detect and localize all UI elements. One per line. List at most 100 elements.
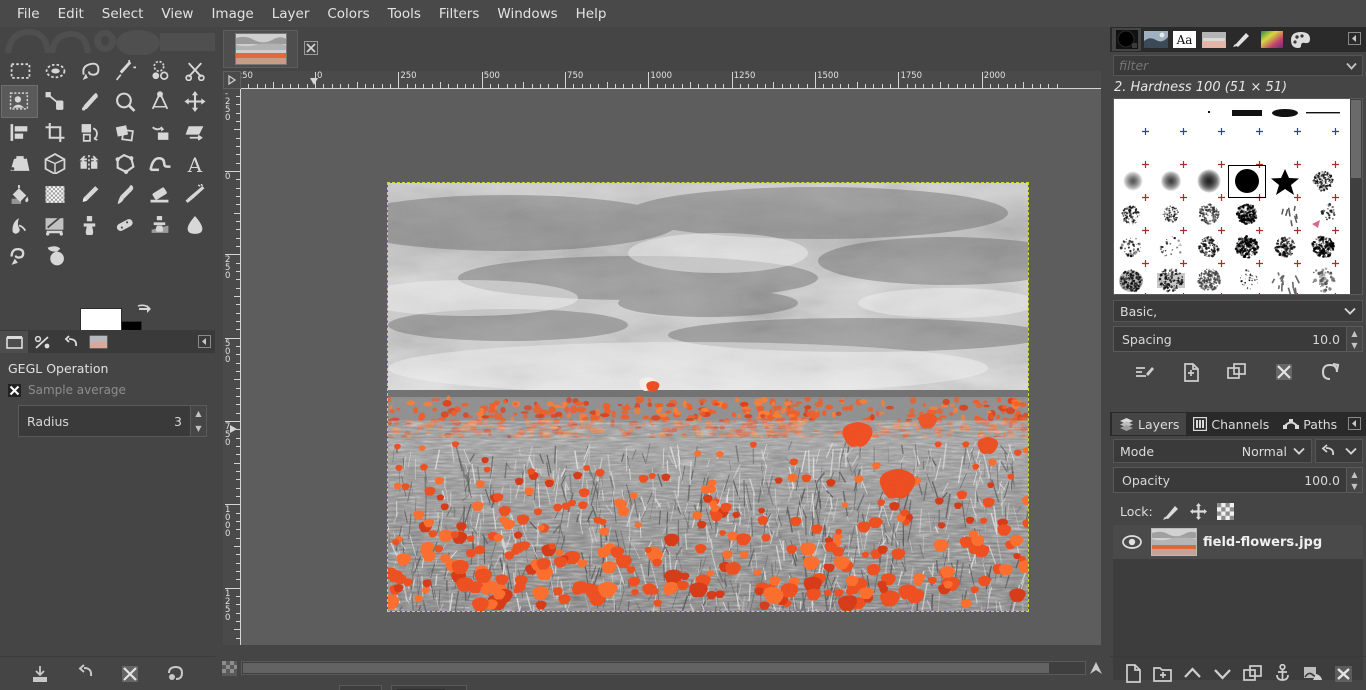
canvas-image[interactable] bbox=[387, 182, 1029, 612]
lock-alpha-icon[interactable] bbox=[1216, 502, 1234, 520]
fuzzy-select-tool[interactable] bbox=[107, 55, 142, 86]
delete-tool-preset-icon[interactable] bbox=[120, 664, 140, 684]
horizontal-scrollbar[interactable] bbox=[241, 661, 1086, 675]
save-tool-preset-icon[interactable] bbox=[30, 664, 50, 684]
patterns-tab[interactable] bbox=[1199, 28, 1228, 51]
delete-layer-icon[interactable] bbox=[1334, 665, 1353, 683]
3d-transform-tool[interactable] bbox=[37, 148, 72, 179]
chevron-down-icon[interactable] bbox=[1345, 447, 1357, 455]
tool-grid[interactable]: A bbox=[1, 55, 213, 272]
new-layer-group-icon[interactable] bbox=[1152, 665, 1172, 683]
spacing-spinner[interactable]: Spacing 10.0 ▲ ▼ bbox=[1113, 326, 1363, 352]
navigation-preview-button[interactable] bbox=[1086, 659, 1106, 677]
paintbrush-tool[interactable] bbox=[107, 179, 142, 210]
horizontal-scroll-thumb[interactable] bbox=[243, 663, 1049, 673]
opacity-stepper[interactable]: ▲ ▼ bbox=[1346, 468, 1362, 492]
new-layer-icon[interactable] bbox=[1124, 664, 1142, 683]
layer-mode-selector[interactable]: Mode Normal bbox=[1113, 439, 1312, 463]
zoom-tool[interactable] bbox=[107, 86, 142, 117]
menu-image[interactable]: Image bbox=[202, 3, 262, 25]
radius-stepper[interactable]: ▲ ▼ bbox=[190, 406, 206, 436]
canvas-area[interactable] bbox=[241, 89, 1101, 645]
flip-tool[interactable] bbox=[72, 148, 107, 179]
spacing-increment[interactable]: ▲ bbox=[1347, 327, 1362, 339]
mode-switch-icon[interactable] bbox=[1321, 443, 1336, 459]
images-tab[interactable] bbox=[84, 331, 112, 353]
quick-mask-toggle[interactable] bbox=[222, 661, 237, 676]
text-tool[interactable]: A bbox=[177, 148, 212, 179]
add-layer-mask-icon[interactable] bbox=[1303, 665, 1323, 682]
gradient-tool[interactable] bbox=[37, 179, 72, 210]
brushes-tab[interactable] bbox=[1112, 28, 1141, 51]
horizontal-ruler[interactable]: -250025050075010001250150017502000 bbox=[241, 71, 1101, 89]
crop-tool[interactable] bbox=[37, 117, 72, 148]
delete-brush-icon[interactable] bbox=[1274, 363, 1294, 381]
lock-position-icon[interactable] bbox=[1189, 502, 1207, 520]
layers-dock-menu-icon[interactable] bbox=[1348, 417, 1361, 430]
sample-average-row[interactable]: Sample average bbox=[0, 381, 215, 403]
menu-select[interactable]: Select bbox=[93, 3, 153, 25]
select-by-color-tool[interactable] bbox=[142, 55, 177, 86]
menu-windows[interactable]: Windows bbox=[488, 3, 566, 25]
perspective-tool[interactable] bbox=[2, 148, 37, 179]
anchor-layer-icon[interactable] bbox=[1273, 664, 1292, 683]
refresh-brushes-icon[interactable] bbox=[1321, 363, 1341, 381]
brush-grid[interactable] bbox=[1113, 98, 1363, 295]
images-tab[interactable] bbox=[1141, 28, 1170, 51]
handle-transform-tool[interactable] bbox=[142, 117, 177, 148]
heal-tool[interactable] bbox=[107, 210, 142, 241]
radius-increment[interactable]: ▲ bbox=[191, 406, 206, 421]
dodge-burn-tool[interactable] bbox=[37, 241, 72, 272]
layer-opacity-spinner[interactable]: Opacity 100.0 ▲ ▼ bbox=[1113, 467, 1363, 493]
unit-selector[interactable]: px bbox=[339, 685, 382, 690]
shear-tool[interactable] bbox=[177, 117, 212, 148]
lock-pixels-icon[interactable] bbox=[1162, 503, 1180, 520]
scissors-select-tool[interactable] bbox=[177, 55, 212, 86]
brush-grid-scrollbar[interactable] bbox=[1350, 99, 1362, 294]
layer-mode-switch-group[interactable] bbox=[1315, 439, 1363, 463]
tab-channels[interactable]: Channels bbox=[1186, 413, 1276, 435]
eraser-tool[interactable] bbox=[142, 179, 177, 210]
measure-tool[interactable] bbox=[142, 86, 177, 117]
layer-visibility-icon[interactable] bbox=[1119, 535, 1145, 549]
airbrush-tool[interactable] bbox=[177, 179, 212, 210]
close-tab-icon[interactable] bbox=[304, 41, 318, 55]
chevron-down-icon[interactable] bbox=[1346, 62, 1357, 70]
document-tab[interactable] bbox=[223, 30, 298, 68]
rect-select-tool[interactable] bbox=[2, 55, 37, 86]
unified-transform-tool[interactable] bbox=[107, 117, 142, 148]
tool-options-tab[interactable] bbox=[0, 331, 28, 353]
menu-edit[interactable]: Edit bbox=[49, 3, 93, 25]
tool-options-menu-icon[interactable] bbox=[198, 335, 211, 348]
menu-file[interactable]: File bbox=[8, 3, 49, 25]
device-status-tab[interactable] bbox=[28, 331, 56, 353]
lower-layer-icon[interactable] bbox=[1213, 666, 1232, 681]
restore-tool-preset-icon[interactable] bbox=[75, 663, 95, 684]
paths-tool[interactable] bbox=[37, 86, 72, 117]
brush-filter-bar[interactable] bbox=[1113, 55, 1363, 76]
spacing-decrement[interactable]: ▼ bbox=[1347, 339, 1362, 351]
menu-view[interactable]: View bbox=[152, 3, 202, 25]
ruler-origin-button[interactable] bbox=[223, 71, 241, 89]
undo-history-tab[interactable] bbox=[56, 331, 84, 353]
duplicate-layer-icon[interactable] bbox=[1242, 665, 1262, 682]
vertical-ruler[interactable]: -250 0 250 500 750 1000 1250 bbox=[223, 89, 241, 645]
clone-tool[interactable] bbox=[72, 210, 107, 241]
menu-help[interactable]: Help bbox=[567, 3, 616, 25]
radius-decrement[interactable]: ▼ bbox=[191, 421, 206, 436]
palettes-tab[interactable] bbox=[1286, 28, 1315, 51]
raise-layer-icon[interactable] bbox=[1183, 666, 1202, 681]
ellipse-select-tool[interactable] bbox=[37, 55, 72, 86]
pencil-tool[interactable] bbox=[72, 179, 107, 210]
reset-tool-options-icon[interactable] bbox=[165, 664, 185, 684]
layer-item[interactable]: field-flowers.jpg bbox=[1113, 525, 1363, 559]
brush-preset-combo[interactable]: Basic, bbox=[1113, 300, 1363, 322]
brush-filter-input[interactable] bbox=[1119, 58, 1346, 73]
swap-colors-icon[interactable] bbox=[136, 303, 152, 319]
move-tool[interactable] bbox=[177, 86, 212, 117]
edit-brush-icon[interactable] bbox=[1135, 363, 1155, 381]
paint-dynamics-tab[interactable] bbox=[1228, 28, 1257, 51]
menu-tools[interactable]: Tools bbox=[379, 3, 430, 25]
tab-paths[interactable]: Paths bbox=[1276, 413, 1344, 435]
duplicate-brush-icon[interactable] bbox=[1227, 363, 1247, 381]
